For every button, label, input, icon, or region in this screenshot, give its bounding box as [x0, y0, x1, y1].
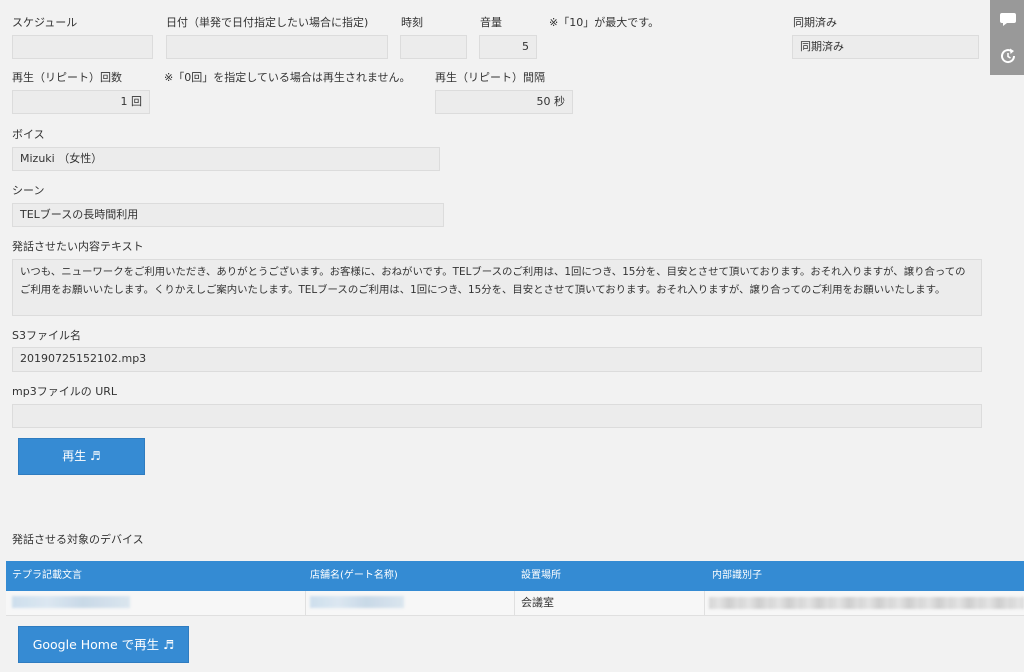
date-field[interactable] [166, 35, 388, 59]
google-home-play-button[interactable]: Google Home で再生 ♬ [18, 626, 189, 663]
speech-text-field[interactable]: いつも、ニューワークをご利用いただき、ありがとうございます。お客様に、おねがいで… [12, 259, 982, 316]
sync-field: 同期済み [792, 35, 979, 59]
mp3-url-field[interactable] [12, 404, 982, 428]
redacted-store [310, 596, 404, 608]
date-label: 日付（単発で日付指定したい場合に指定) [166, 16, 369, 29]
redacted-internal-id [709, 597, 1024, 609]
col-tepra: テプラ記載文言 [12, 570, 82, 581]
repeat-count-label: 再生（リピート）回数 [12, 71, 122, 84]
side-toolbar [990, 0, 1024, 75]
repeat-interval-label: 再生（リピート）間隔 [435, 71, 545, 84]
redacted-tepra [12, 596, 130, 608]
cell-location: 会議室 [515, 591, 705, 616]
schedule-field[interactable] [12, 35, 153, 59]
devices-label: 発話させる対象のデバイス [12, 533, 144, 546]
time-field[interactable] [400, 35, 467, 59]
s3-file-label: S3ファイル名 [12, 329, 81, 342]
sync-label: 同期済み [793, 16, 837, 29]
table-row[interactable]: 会議室 [6, 591, 1024, 616]
voice-label: ボイス [12, 128, 45, 141]
col-location: 設置場所 [521, 570, 561, 581]
volume-field[interactable]: 5 [479, 35, 537, 59]
cell-tepra [6, 591, 306, 616]
repeat-count-note: ※「0回」を指定している場合は再生されません。 [164, 71, 411, 84]
devices-table: テプラ記載文言 店舗名(ゲート名称) 設置場所 内部識別子 会議室 [6, 561, 1024, 616]
mp3-url-label: mp3ファイルの URL [12, 385, 118, 398]
devices-table-header: テプラ記載文言 店舗名(ゲート名称) 設置場所 内部識別子 [6, 561, 1024, 591]
cell-store [306, 591, 515, 616]
repeat-count-field[interactable]: 1 回 [12, 90, 150, 114]
volume-label: 音量 [480, 16, 502, 29]
col-store: 店舗名(ゲート名称) [310, 570, 398, 581]
col-internal-id: 内部識別子 [712, 570, 762, 581]
schedule-label: スケジュール [12, 16, 78, 29]
time-label: 時刻 [401, 16, 423, 29]
chat-icon[interactable] [999, 10, 1017, 28]
repeat-interval-field[interactable]: 50 秒 [435, 90, 573, 114]
voice-field[interactable]: Mizuki （女性） [12, 147, 440, 171]
volume-note: ※「10」が最大です。 [549, 16, 660, 29]
cell-internal-id [705, 591, 1024, 616]
scene-field[interactable]: TELブースの長時間利用 [12, 203, 444, 227]
play-button[interactable]: 再生 ♬ [18, 438, 145, 475]
scene-label: シーン [12, 184, 45, 197]
s3-file-field[interactable]: 20190725152102.mp3 [12, 347, 982, 372]
speech-text-label: 発話させたい内容テキスト [12, 240, 144, 253]
refresh-icon[interactable] [999, 47, 1017, 65]
